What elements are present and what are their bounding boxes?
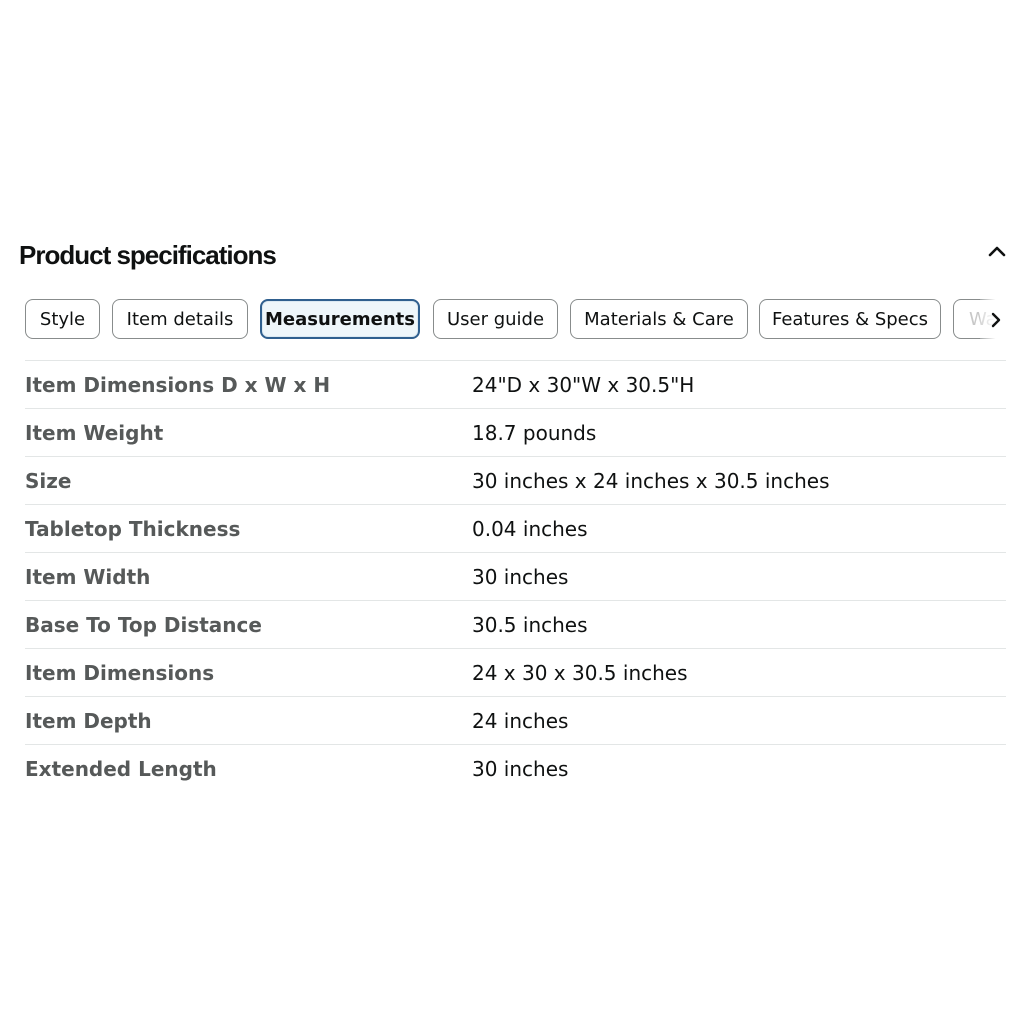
table-row: Base To Top Distance 30.5 inches (25, 600, 1006, 649)
spec-label: Size (25, 468, 72, 493)
scroll-tabs-right-button[interactable] (986, 309, 1006, 331)
spec-label: Item Dimensions (25, 660, 215, 685)
tab-measurements[interactable]: Measurements (260, 299, 420, 339)
spec-label: Item Dimensions D x W x H (25, 372, 331, 397)
spec-value: 24 x 30 x 30.5 inches (472, 660, 688, 685)
spec-label: Item Weight (25, 420, 164, 445)
table-row: Item Dimensions 24 x 30 x 30.5 inches (25, 648, 1006, 697)
table-row: Item Width 30 inches (25, 552, 1006, 601)
spec-value: 30 inches (472, 564, 569, 589)
spec-value: 30 inches x 24 inches x 30.5 inches (472, 468, 830, 493)
section-title: Product specifications (19, 240, 277, 270)
spec-value: 24"D x 30"W x 30.5"H (472, 372, 695, 397)
tab-label: User guide (446, 308, 545, 330)
spec-value: 24 inches (472, 708, 569, 733)
tab-label: Item details (126, 308, 234, 330)
tab-features-specs[interactable]: Features & Specs (759, 299, 941, 339)
specifications-table: Item Dimensions D x W x H 24"D x 30"W x … (25, 360, 1006, 793)
tab-label: Measurements (265, 308, 415, 330)
tab-style[interactable]: Style (25, 299, 100, 339)
spec-label: Extended Length (25, 756, 217, 781)
spec-label: Item Depth (25, 708, 152, 733)
tab-label: Features & Specs (771, 308, 929, 330)
tab-item-details[interactable]: Item details (112, 299, 248, 339)
spec-value: 18.7 pounds (472, 420, 597, 445)
tab-user-guide[interactable]: User guide (433, 299, 558, 339)
spec-value: 0.04 inches (472, 516, 588, 541)
spec-value: 30.5 inches (472, 612, 588, 637)
table-row: Item Dimensions D x W x H 24"D x 30"W x … (25, 360, 1006, 409)
spec-label: Base To Top Distance (25, 612, 262, 637)
table-row: Extended Length 30 inches (25, 744, 1006, 793)
tab-materials-care[interactable]: Materials & Care (570, 299, 748, 339)
spec-label: Item Width (25, 564, 151, 589)
table-row: Size 30 inches x 24 inches x 30.5 inches (25, 456, 1006, 505)
chevron-up-icon (988, 246, 1006, 257)
table-row: Tabletop Thickness 0.04 inches (25, 504, 1006, 553)
tab-label: Materials & Care (584, 308, 734, 330)
spec-tabs: Style Item details Measurements User gui… (25, 299, 1006, 341)
spec-label: Tabletop Thickness (25, 516, 241, 541)
table-row: Item Weight 18.7 pounds (25, 408, 1006, 457)
table-row: Item Depth 24 inches (25, 696, 1006, 745)
spec-value: 30 inches (472, 756, 569, 781)
chevron-right-icon (991, 312, 1001, 328)
tab-label: Style (39, 308, 86, 330)
product-specifications-section: Product specifications Style Item detail… (0, 0, 1024, 1024)
collapse-button[interactable] (984, 240, 1010, 262)
